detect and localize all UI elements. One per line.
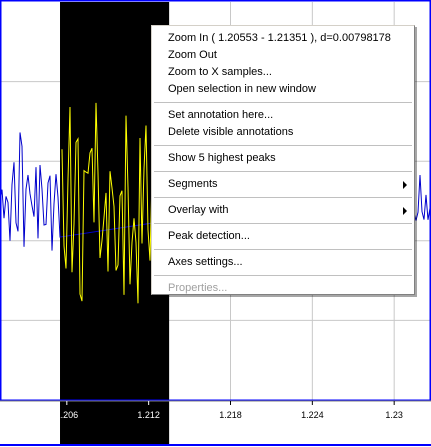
menu-item-label: Delete visible annotations bbox=[168, 126, 294, 138]
menu-segments[interactable]: Segments bbox=[152, 176, 414, 193]
menu-item-label: Peak detection... bbox=[168, 230, 250, 242]
menu-set-annotation[interactable]: Set annotation here... bbox=[152, 107, 414, 124]
menu-properties: Properties... bbox=[152, 280, 414, 297]
menu-overlay-with[interactable]: Overlay with bbox=[152, 202, 414, 219]
x-tick-label: 1.206 bbox=[56, 410, 79, 420]
menu-item-label: Zoom Out bbox=[168, 49, 217, 61]
context-menu: Zoom In ( 1.20553 - 1.21351 ), d=0.00798… bbox=[151, 25, 415, 295]
x-tick-label: 1.224 bbox=[301, 410, 324, 420]
menu-item-label: Open selection in new window bbox=[168, 83, 316, 95]
menu-separator bbox=[152, 245, 414, 254]
menu-axes-settings[interactable]: Axes settings... bbox=[152, 254, 414, 271]
x-tick-label: 1.212 bbox=[137, 410, 160, 420]
menu-peak-detection[interactable]: Peak detection... bbox=[152, 228, 414, 245]
menu-item-label: Properties... bbox=[168, 282, 228, 294]
menu-separator bbox=[152, 167, 414, 176]
menu-item-label: Zoom In ( 1.20553 - 1.21351 ), d=0.00798… bbox=[168, 32, 391, 44]
menu-zoom-out[interactable]: Zoom Out bbox=[152, 47, 414, 64]
menu-item-label: Zoom to X samples... bbox=[168, 66, 272, 78]
menu-item-label: Show 5 highest peaks bbox=[168, 152, 276, 164]
menu-separator bbox=[152, 141, 414, 150]
menu-delete-annotations[interactable]: Delete visible annotations bbox=[152, 124, 414, 141]
menu-open-selection[interactable]: Open selection in new window bbox=[152, 81, 414, 98]
menu-item-label: Set annotation here... bbox=[168, 109, 274, 121]
submenu-arrow-icon bbox=[403, 207, 407, 215]
menu-item-label: Overlay with bbox=[168, 204, 229, 216]
menu-item-label: Axes settings... bbox=[168, 256, 243, 268]
menu-separator bbox=[152, 193, 414, 202]
menu-zoom-in[interactable]: Zoom In ( 1.20553 - 1.21351 ), d=0.00798… bbox=[152, 30, 414, 47]
menu-zoom-to-samples[interactable]: Zoom to X samples... bbox=[152, 64, 414, 81]
submenu-arrow-icon bbox=[403, 181, 407, 189]
menu-separator bbox=[152, 271, 414, 280]
menu-item-label: Segments bbox=[168, 178, 218, 190]
menu-separator bbox=[152, 219, 414, 228]
menu-separator bbox=[152, 98, 414, 107]
x-tick-label: 1.218 bbox=[219, 410, 242, 420]
x-tick-label: 1.23 bbox=[385, 410, 403, 420]
menu-show-peaks[interactable]: Show 5 highest peaks bbox=[152, 150, 414, 167]
